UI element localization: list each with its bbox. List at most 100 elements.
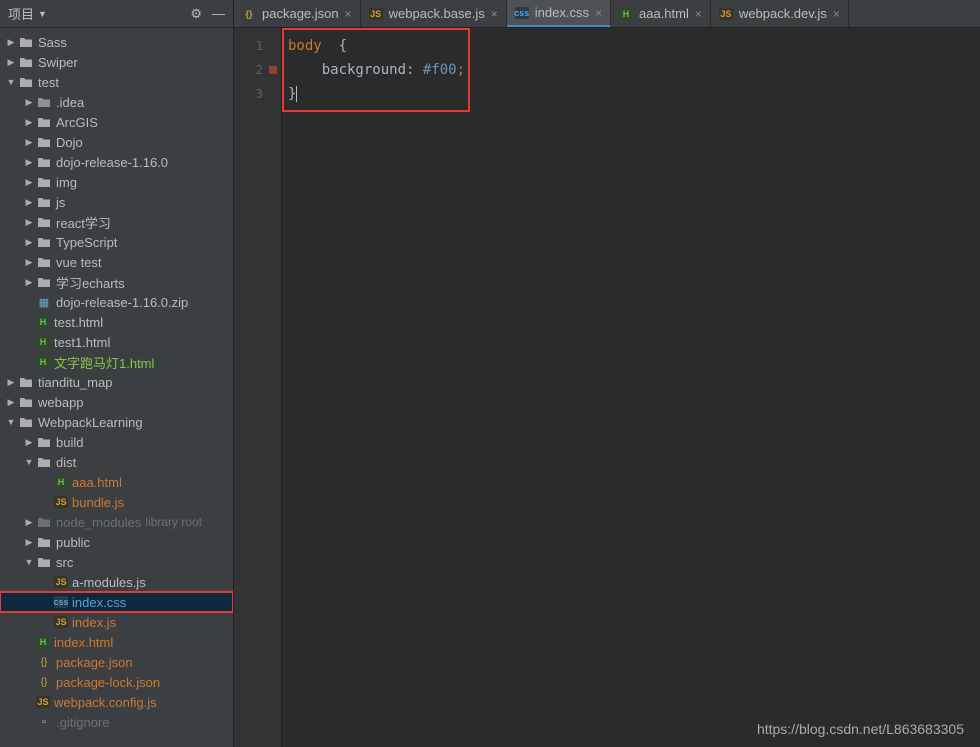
sidebar-title[interactable]: 项目 ▼ <box>8 4 47 23</box>
chevron-right-icon[interactable]: ▶ <box>6 37 16 48</box>
tree-item-label: vue test <box>56 255 102 270</box>
tree-row[interactable]: ▶ Sass <box>0 32 233 52</box>
line-number[interactable]: 1 <box>234 34 281 58</box>
tree-item-label: Sass <box>38 35 67 50</box>
project-sidebar: 项目 ▼ ⚙ — ▶Sass▶Swiper▼test▶.idea▶ArcGIS▶… <box>0 0 234 747</box>
editor-tab[interactable]: Haaa.html× <box>611 0 711 27</box>
tree-row[interactable]: ▶dojo-release-1.16.0 <box>0 152 233 172</box>
chevron-right-icon[interactable]: ▶ <box>24 517 34 528</box>
tree-row[interactable]: css index.css <box>0 592 233 612</box>
tree-row[interactable]: ▦dojo-release-1.16.0.zip <box>0 292 233 312</box>
chevron-right-icon[interactable]: ▶ <box>24 97 34 108</box>
chevron-right-icon[interactable]: ▶ <box>6 397 16 408</box>
css-file-icon: css <box>54 596 68 608</box>
folder-icon <box>18 374 34 390</box>
token-brace: } <box>288 86 296 102</box>
tree-row[interactable]: ▫.gitignore <box>0 712 233 732</box>
collapse-icon[interactable]: — <box>212 6 225 22</box>
folder-icon <box>36 194 52 210</box>
tree-item-label: bundle.js <box>72 495 124 510</box>
tree-row[interactable]: ▼test <box>0 72 233 92</box>
js-file-icon: JS <box>54 616 68 628</box>
tree-row[interactable]: ▶ TypeScript <box>0 232 233 252</box>
tree-item-label: package-lock.json <box>56 675 160 690</box>
chevron-down-icon[interactable]: ▼ <box>6 77 16 87</box>
close-icon[interactable]: × <box>695 7 702 21</box>
tree-row[interactable]: ▶Dojo <box>0 132 233 152</box>
tree-item-label: index.css <box>72 595 126 610</box>
tree-row[interactable]: ▶react学习 <box>0 212 233 232</box>
chevron-right-icon[interactable]: ▶ <box>24 217 34 228</box>
tree-row[interactable]: ▶ Swiper <box>0 52 233 72</box>
chevron-right-icon[interactable]: ▶ <box>24 537 34 548</box>
close-icon[interactable]: × <box>491 7 498 21</box>
tree-row[interactable]: ▶学习echarts <box>0 272 233 292</box>
close-icon[interactable]: × <box>833 7 840 21</box>
close-icon[interactable]: × <box>345 7 352 21</box>
caret <box>296 86 297 102</box>
tree-row[interactable]: JSwebpack.config.js <box>0 692 233 712</box>
chevron-right-icon[interactable]: ▶ <box>6 57 16 68</box>
code-line[interactable]: background: #f00; <box>288 58 980 82</box>
tree-row[interactable]: ▶public <box>0 532 233 552</box>
tree-row[interactable]: Htest1.html <box>0 332 233 352</box>
tree-row[interactable]: {} package-lock.json <box>0 672 233 692</box>
editor-tab[interactable]: {}package.json× <box>234 0 361 27</box>
tree-row[interactable]: ▼dist <box>0 452 233 472</box>
tree-item-label: Swiper <box>38 55 78 70</box>
line-number[interactable]: 2 <box>234 58 281 82</box>
chevron-right-icon[interactable]: ▶ <box>24 157 34 168</box>
chevron-down-icon[interactable]: ▼ <box>24 457 34 467</box>
tree-row[interactable]: ▶js <box>0 192 233 212</box>
archive-file-icon: ▦ <box>36 294 52 310</box>
json-file-icon: {} <box>36 674 52 690</box>
html-file-icon: H <box>36 336 50 348</box>
tree-row[interactable]: ▶tianditu_map <box>0 372 233 392</box>
editor-tab[interactable]: JSwebpack.base.js× <box>361 0 507 27</box>
tree-row[interactable]: ▶.idea <box>0 92 233 112</box>
chevron-right-icon[interactable]: ▶ <box>24 137 34 148</box>
project-tree[interactable]: ▶ Sass ▶ Swiper ▼test▶.idea▶ArcGIS▶Dojo▶dojo… <box>0 28 233 747</box>
token-prop: background <box>288 62 406 78</box>
tree-row[interactable]: ▼WebpackLearning <box>0 412 233 432</box>
tree-row[interactable]: JSa-modules.js <box>0 572 233 592</box>
chevron-right-icon[interactable]: ▶ <box>24 117 34 128</box>
chevron-right-icon[interactable]: ▶ <box>24 277 34 288</box>
tree-row[interactable]: JSbundle.js <box>0 492 233 512</box>
chevron-right-icon[interactable]: ▶ <box>24 437 34 448</box>
tree-item-label: src <box>56 555 73 570</box>
tree-row[interactable]: ▶webapp <box>0 392 233 412</box>
editor-tab[interactable]: JSwebpack.dev.js× <box>711 0 849 27</box>
dropdown-icon: ▼ <box>38 9 47 19</box>
tree-item-label: img <box>56 175 77 190</box>
tree-row[interactable]: ▶build <box>0 432 233 452</box>
gear-icon[interactable]: ⚙ <box>190 6 202 22</box>
chevron-right-icon[interactable]: ▶ <box>24 177 34 188</box>
tree-row[interactable]: Hindex.html <box>0 632 233 652</box>
chevron-right-icon[interactable]: ▶ <box>24 257 34 268</box>
tree-row[interactable]: Haaa.html <box>0 472 233 492</box>
chevron-right-icon[interactable]: ▶ <box>6 377 16 388</box>
chevron-down-icon[interactable]: ▼ <box>6 417 16 427</box>
tree-item-label: TypeScript <box>56 235 117 250</box>
tree-row[interactable]: Htest.html <box>0 312 233 332</box>
tree-row[interactable]: ▶ img <box>0 172 233 192</box>
code-line[interactable]: } <box>288 82 980 106</box>
code-editor[interactable]: 123 body { background: #f00;} https://bl… <box>234 28 980 747</box>
tree-row[interactable]: ▶ArcGIS <box>0 112 233 132</box>
tree-row[interactable]: H文字跑马灯1.html <box>0 352 233 372</box>
tree-row[interactable]: ▼ src <box>0 552 233 572</box>
chevron-down-icon[interactable]: ▼ <box>24 557 34 567</box>
chevron-right-icon[interactable]: ▶ <box>24 197 34 208</box>
editor-tab[interactable]: cssindex.css× <box>507 0 611 27</box>
tree-row[interactable]: ▶node_moduleslibrary root <box>0 512 233 532</box>
breakpoint-icon[interactable] <box>269 66 277 74</box>
line-number[interactable]: 3 <box>234 82 281 106</box>
code-line[interactable]: body { <box>288 34 980 58</box>
tree-row[interactable]: ▶ vue test <box>0 252 233 272</box>
code-area[interactable]: body { background: #f00;} <box>282 28 980 747</box>
close-icon[interactable]: × <box>595 6 602 20</box>
tree-row[interactable]: JSindex.js <box>0 612 233 632</box>
tree-row[interactable]: {}package.json <box>0 652 233 672</box>
chevron-right-icon[interactable]: ▶ <box>24 237 34 248</box>
